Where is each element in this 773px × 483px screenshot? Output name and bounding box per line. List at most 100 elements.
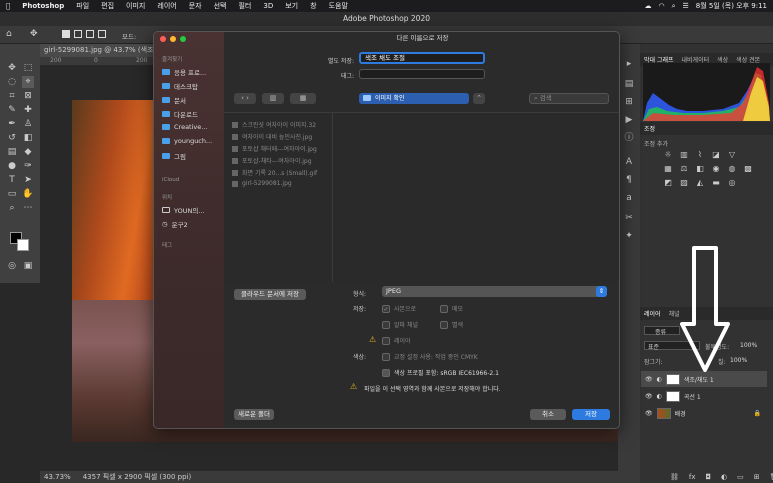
sidebar-item-documents[interactable]: 문서 (162, 95, 186, 105)
alpha-checkbox[interactable]: 알파 채널 (382, 320, 418, 329)
tab-adjustments[interactable]: 조정 (644, 124, 655, 133)
exposure-icon[interactable]: ◪ (711, 150, 721, 160)
selective-color-icon[interactable]: ◎ (727, 178, 737, 188)
background-color[interactable] (17, 239, 29, 251)
character-panel-icon[interactable]: A (623, 156, 635, 168)
move-tool-icon[interactable]: ✥ (30, 29, 38, 39)
file-item[interactable]: 여자아이 대비 높인사진.jpg (232, 132, 312, 141)
back-forward-buttons[interactable]: ‹ › (234, 93, 256, 104)
grid-view-icon[interactable]: ▦ (290, 93, 316, 104)
brush-panel-icon[interactable]: ✦ (623, 230, 635, 242)
threshold-icon[interactable]: ◭ (695, 178, 705, 188)
menu-layer[interactable]: 레이어 (151, 1, 182, 11)
sidebar-item-downloads[interactable]: 다운로드 (162, 109, 198, 119)
pen-icon[interactable]: ✑ (22, 160, 34, 172)
glyphs-panel-icon[interactable]: a (623, 192, 635, 204)
close-icon[interactable] (160, 36, 166, 42)
properties-panel-icon[interactable]: ⊞ (623, 96, 635, 108)
brightness-icon[interactable]: ☼ (663, 150, 673, 160)
photo-filter-icon[interactable]: ◉ (711, 164, 721, 174)
cancel-button[interactable]: 취소 (530, 409, 566, 420)
shape-icon[interactable]: ▭ (6, 188, 18, 200)
kind-filter[interactable]: 종류 (644, 326, 680, 336)
tools-preset-icon[interactable]: ✂ (623, 212, 635, 224)
zoom-icon[interactable] (180, 36, 186, 42)
menu-window[interactable]: 창 (304, 1, 322, 11)
menu-image[interactable]: 이미지 (120, 1, 151, 11)
file-item[interactable]: girl-5299081.jpg (232, 180, 292, 187)
icc-checkbox[interactable]: 색상 프로필 포함: sRGB IEC61966-2.1 (382, 368, 499, 377)
sidebar-item-apps[interactable]: 응용 프로... (162, 67, 206, 77)
blur-icon[interactable]: ◆ (22, 146, 34, 158)
bw-icon[interactable]: ◧ (695, 164, 705, 174)
sidebar-item-creative[interactable]: Creative... (162, 123, 207, 131)
levels-icon[interactable]: ▥ (679, 150, 689, 160)
notes-checkbox[interactable]: 메모 (440, 304, 463, 313)
sidebar-item-home[interactable]: younguch... (162, 137, 212, 145)
visibility-icon[interactable]: 👁 (645, 393, 653, 400)
apple-icon[interactable]:  (0, 2, 16, 10)
subtract-selection-icon[interactable] (86, 30, 94, 38)
folder-icon[interactable]: ▭ (737, 473, 744, 481)
menu-file[interactable]: 파일 (70, 1, 95, 11)
info-panel-icon[interactable]: ⓘ (623, 132, 635, 144)
new-folder-button[interactable]: 새로운 폴더 (234, 409, 274, 420)
vibrance-icon[interactable]: ▽ (727, 150, 737, 160)
screen-mode-icon[interactable]: ▣ (22, 260, 34, 272)
channel-mixer-icon[interactable]: ◍ (727, 164, 737, 174)
sidebar-item-desktop[interactable]: 데스크탑 (162, 81, 198, 91)
cloud-icon[interactable]: ☁ (644, 2, 651, 10)
eraser-icon[interactable]: ◧ (22, 132, 34, 144)
layer-row[interactable]: 👁 배경 🔒 (641, 405, 767, 421)
marquee-icon[interactable]: ⬚ (22, 62, 34, 74)
visibility-icon[interactable]: 👁 (645, 410, 653, 417)
app-menu[interactable]: Photoshop (16, 2, 70, 10)
history-panel-icon[interactable]: ▤ (623, 78, 635, 90)
zoom-icon[interactable]: ⌕ (6, 202, 18, 214)
mask-icon[interactable]: ◘ (706, 473, 712, 481)
paragraph-panel-icon[interactable]: ¶ (623, 174, 635, 186)
eyedropper-icon[interactable]: ✎ (6, 104, 18, 116)
trash-icon[interactable]: 🗑 (770, 473, 773, 481)
zoom-level[interactable]: 43.73% (44, 471, 71, 483)
minimize-icon[interactable] (170, 36, 176, 42)
fx-icon[interactable]: fx (689, 473, 696, 481)
sidebar-item-pictures[interactable]: 그림 (162, 151, 186, 161)
save-button[interactable]: 저장 (572, 409, 610, 420)
gradient-icon[interactable]: ▤ (6, 146, 18, 158)
spot-checkbox[interactable]: 별색 (440, 320, 463, 329)
opacity-value[interactable]: 100% (740, 342, 757, 349)
save-to-cloud-button[interactable]: 클라우드 문서에 저장 (234, 289, 306, 300)
file-item[interactable]: 화면 기록 20...s (Small).gif (232, 168, 317, 177)
home-icon[interactable]: ⌂ (6, 29, 12, 39)
column-view-icon[interactable]: ▥ (262, 93, 284, 104)
menu-select[interactable]: 선택 (208, 1, 233, 11)
frame-icon[interactable]: ⊠ (22, 90, 34, 102)
intersect-selection-icon[interactable] (98, 30, 106, 38)
lasso-icon[interactable]: ◌ (6, 76, 18, 88)
quick-select-icon[interactable]: ⌖ (22, 76, 34, 88)
tags-input[interactable] (359, 69, 485, 79)
copy-checkbox[interactable]: ✓ 사본으로 (382, 304, 416, 313)
curves-icon[interactable]: ⌇ (695, 150, 705, 160)
hand-icon[interactable]: ✋ (22, 188, 34, 200)
search-field[interactable]: ⌕ 검색 (529, 93, 609, 104)
file-name-input[interactable]: 색조 채도 조절 (359, 52, 485, 64)
crop-icon[interactable]: ⌗ (6, 90, 18, 102)
layer-row[interactable]: 👁 ◐ 곡선 1 (641, 388, 767, 404)
color-balance-icon[interactable]: ⚖ (679, 164, 689, 174)
sidebar-item-drive[interactable]: ◷ 운구2 (162, 219, 188, 229)
stamp-icon[interactable]: ♙ (22, 118, 34, 130)
posterize-icon[interactable]: ▨ (679, 178, 689, 188)
menu-edit[interactable]: 편집 (95, 1, 120, 11)
wifi-icon[interactable]: ◠ (658, 2, 664, 10)
panel-arrow-icon[interactable]: ▸ (623, 58, 635, 70)
new-selection-icon[interactable] (62, 30, 70, 38)
layers-checkbox[interactable]: 레이어 (382, 336, 411, 345)
adjustment-icon[interactable]: ◐ (721, 473, 727, 481)
add-selection-icon[interactable] (74, 30, 82, 38)
menu-filter[interactable]: 필터 (232, 1, 257, 11)
menu-view[interactable]: 보기 (279, 1, 304, 11)
more-tools-icon[interactable]: ⋯ (22, 202, 34, 214)
visibility-icon[interactable]: 👁 (645, 376, 653, 383)
